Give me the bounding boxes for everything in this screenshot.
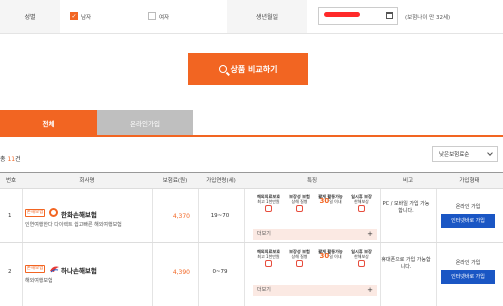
row-number: 2 [8,269,12,275]
feature-sub: 한해보상 [354,254,369,259]
join-type: 온라인 가입 [455,204,481,210]
more-label: 더보기 [257,231,271,237]
sort-selected-label: 낮은보험료순 [439,152,470,158]
search-icon [218,65,227,73]
premium-amount: 4,390 [172,269,190,276]
more-button[interactable]: 더보기 + [253,285,377,296]
feature-sub: 최고 1천만원 [257,254,280,259]
medical-icon [265,260,272,267]
document-icon [358,205,365,212]
age-range: 0~79 [212,269,228,275]
feature-leave: 일시휴 보장 한해보상 [348,247,376,277]
product-name: 인연여행한다 다이렉트 쉽고빠른 해외여행보험 [25,222,122,228]
table-header: 번호 회사명 보험료(원) 가입연령(세) 특징 비고 가입형태 [0,172,503,189]
document-icon [358,260,365,267]
feature-icons: 해외의료보호 최고 1천만원 보장성 보험 상해 질병 짧게 활동가능 30일 이내 … [253,192,377,222]
feature-period: 짧게 활동가능 30일 이내 [317,192,345,222]
male-label[interactable]: 남자 [81,13,91,21]
result-count-number: 11 [7,156,16,163]
feature-sub: 상해 질병 [291,199,308,204]
join-type: 온라인 가입 [455,260,481,266]
row-number: 1 [8,213,12,219]
header-no: 번호 [5,178,17,184]
header-premium: 보험료(원) [162,178,188,184]
more-label: 더보기 [257,287,271,293]
feature-unit: 일 이내 [329,199,342,204]
company-name: 한화손해보험 [61,211,97,219]
plus-icon: + [367,286,373,294]
internet-join-button[interactable]: 인터넷바로 가입 [441,214,495,228]
header-features: 특징 [306,178,318,184]
hana-logo-icon [50,266,59,273]
tab-online-join[interactable]: 온라인가입 [97,110,193,135]
feature-medical: 해외의료보호 최고 1천만원 [255,247,283,277]
header-note: 비고 [402,178,414,184]
row-note: 휴대폰으로 가입 가능합니다. [381,257,431,270]
feature-coverage: 보장성 보험 상해 질병 [286,192,314,222]
shield-icon [296,205,303,212]
insured-info-form: 성별 ✓ 남자 여자 생년월일 (보험나이 만 32세) [0,0,503,34]
table-row: 1 손해보험 한화손해보험 인연여행한다 다이렉트 쉽고빠른 해외여행보험 4,… [0,189,503,243]
feature-unit: 일 이내 [329,254,342,259]
feature-sub: 최고 1천만원 [257,199,280,204]
birthdate-input[interactable] [318,7,398,25]
company-name: 하나손해보험 [61,267,97,275]
feature-sub: 한해보상 [354,199,369,204]
redacted-birthdate [324,12,360,17]
feature-medical: 해외의료보호 최고 1천만원 [255,192,283,222]
header-age: 가입연령(세) [206,178,236,184]
header-join-type: 가입형태 [459,178,480,184]
plus-icon: + [367,230,373,238]
insurance-age-note: (보험나이 만 32세) [405,15,451,21]
header-company: 회사명 [79,178,95,184]
female-label[interactable]: 여자 [159,13,169,21]
shield-icon [296,260,303,267]
tab-all[interactable]: 전체 [0,110,97,135]
compare-products-button[interactable]: 상품 비교하기 [188,53,308,85]
feature-sub: 상해 질병 [291,254,308,259]
female-checkbox[interactable] [148,12,156,20]
medical-icon [265,205,272,212]
male-checkbox[interactable]: ✓ [70,12,78,20]
more-button[interactable]: 더보기 + [253,229,377,240]
product-name: 해외여행보험 [25,278,53,284]
calendar-icon[interactable] [386,12,393,19]
sort-select[interactable]: 낮은보험료순 [432,146,498,162]
compare-products-label: 상품 비교하기 [230,64,278,74]
insurance-type-badge: 손해보험 [25,265,45,273]
internet-join-button[interactable]: 인터넷바로 가입 [441,270,495,284]
chevron-down-icon [487,150,493,156]
row-note: PC / 모바일 가입 가능합니다. [382,201,430,214]
tab-underline [0,135,503,137]
age-range: 19~70 [210,213,230,219]
feature-period: 짧게 활동가능 30일 이내 [317,247,345,277]
feature-number: 30 [319,252,330,260]
feature-leave: 일시휴 보장 한해보상 [348,192,376,222]
feature-coverage: 보장성 보험 상해 질병 [286,247,314,277]
table-row: 2 손해보험 하나손해보험 해외여행보험 4,390 0~79 해외의료보호 최고… [0,243,503,306]
feature-number: 30 [319,197,330,205]
insurance-type-badge: 손해보험 [25,209,45,217]
feature-icons: 해외의료보호 최고 1천만원 보장성 보험 상해 질병 짧게 활동가능 30일 이내 … [253,247,377,277]
premium-amount: 4,370 [172,213,190,220]
gender-label: 성별 [0,0,60,33]
result-count: 총 11건 [0,154,21,163]
hanwha-logo-icon [49,208,58,217]
birthdate-label: 생년월일 [227,0,307,33]
result-count-suffix: 건 [15,156,21,163]
